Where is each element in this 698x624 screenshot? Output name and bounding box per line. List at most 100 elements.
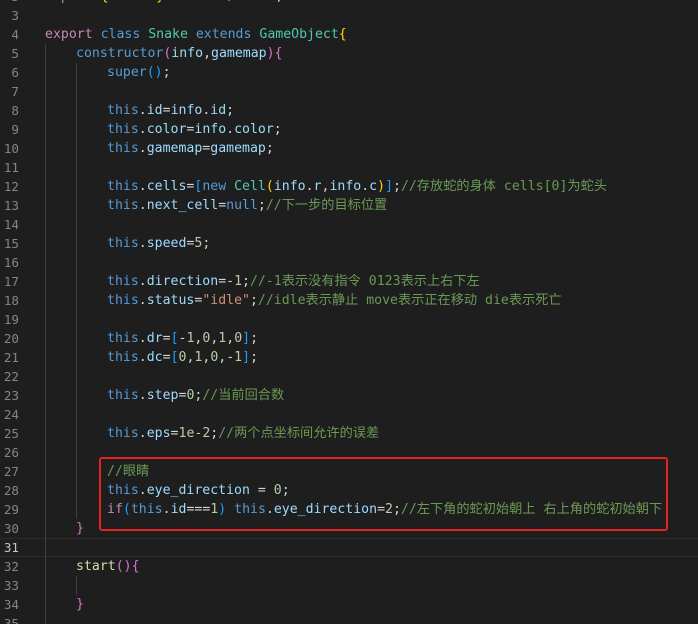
code-token: 0 [234,331,243,346]
code-lines[interactable]: 3 import { Cell } from './Cell'; 34 export … [0,0,698,624]
code-line[interactable]: 18 this.status="idle";//idle表示静止 move表示正在… [0,291,698,310]
code-token: info [329,179,362,194]
indent-guide [45,63,46,82]
indent-guide [45,557,46,576]
code-line[interactable]: 7 [0,82,698,101]
code-text[interactable]: this.dc=[0,1,0,-1]; [107,348,258,367]
code-text[interactable]: this.next_cell=null;//下一步的目标位置 [107,196,387,215]
indent-guide [45,348,46,367]
code-text[interactable]: this.id=info.id; [107,101,234,120]
code-token: id [146,103,163,118]
code-text[interactable]: this.direction=-1;//-1表示没有指令 0123表示上右下左 [107,272,480,291]
code-text[interactable]: super(); [107,63,171,82]
code-token: new [202,179,235,194]
code-line[interactable]: 25 this.eps=1e-2;//两个点坐标间允许的误差 [0,424,698,443]
code-token: () [146,65,163,80]
code-line[interactable]: 3 [0,6,698,25]
code-line[interactable]: 9 this.color=info.color; [0,120,698,139]
code-line[interactable]: 23 this.step=0;//当前回合数 [0,386,698,405]
code-line[interactable]: 6 super(); [0,63,698,82]
code-token: null [226,198,258,213]
code-line[interactable]: 24 [0,405,698,424]
line-number: 34 [3,597,19,612]
code-text[interactable]: constructor(info,gamemap){ [76,44,283,63]
code-line[interactable]: 29 if(this.id===1) this.eye_direction=2;/… [0,500,698,519]
indent-guide [45,481,46,500]
code-line[interactable]: 22 [0,367,698,386]
code-line[interactable]: 21 this.dc=[0,1,0,-1]; [0,348,698,367]
code-token: //存放蛇的身体 cells[0]为蛇头 [400,179,607,194]
code-text[interactable]: this.color=info.color; [107,120,282,139]
line-number: 35 [3,616,19,624]
code-token: 1 [234,274,243,289]
code-token: ; [202,236,211,251]
code-token: { [101,0,117,4]
code-text[interactable]: this.gamemap=gamemap; [107,139,274,158]
indent-guide [45,367,46,386]
code-line[interactable]: 27 //眼睛 [0,462,698,481]
code-line[interactable]: 15 this.speed=5; [0,234,698,253]
code-line[interactable]: 16 [0,253,698,272]
code-token: dr [146,331,163,346]
code-token: } [76,521,84,536]
code-text[interactable]: } [76,519,84,538]
indent-guide [45,101,46,120]
indent-guide [76,101,77,120]
code-token: = [170,426,179,441]
code-editor[interactable]: 3 import { Cell } from './Cell'; 34 export … [0,0,698,624]
code-text[interactable]: this.speed=5; [107,234,210,253]
code-line[interactable]: 19 [0,310,698,329]
code-line[interactable]: 35 [0,614,698,624]
code-line[interactable]: 20 this.dr=[-1,0,1,0]; [0,329,698,348]
code-line[interactable]: 32 start(){ [0,557,698,576]
indent-guide [76,443,77,462]
code-line[interactable]: 34} [0,595,698,614]
code-token: ( [122,502,131,517]
code-line[interactable]: 12 this.cells=[new Cell(info.r,info.c)];/… [0,177,698,196]
code-text[interactable]: if(this.id===1) this.eye_direction=2;//左… [107,500,662,519]
code-text[interactable]: export class Snake extends GameObject{ [45,25,347,44]
indent-guide [45,82,46,101]
code-line[interactable]: 13 this.next_cell=null;//下一步的目标位置 [0,196,698,215]
indent-guide [76,481,77,500]
code-line[interactable]: 14 [0,215,698,234]
code-line[interactable]: 10 this.gamemap=gamemap; [0,139,698,158]
code-text[interactable]: this.eps=1e-2;//两个点坐标间允许的误差 [107,424,379,443]
code-text[interactable]: this.status="idle";//idle表示静止 move表示正在移动… [107,291,562,310]
code-token: Cell [116,0,148,4]
code-line[interactable]: 11 [0,158,698,177]
code-token: . [305,179,314,194]
code-token: next_cell [146,198,219,213]
code-token: if [107,502,123,517]
indent-guide [76,291,77,310]
code-text[interactable]: start(){ [76,557,140,576]
line-number: 27 [3,464,19,479]
code-token: . [138,141,147,156]
code-token: ) [377,179,386,194]
indent-guide [76,367,77,386]
code-text[interactable]: this.eye_direction = 0; [107,481,290,500]
code-token: , [226,331,235,346]
code-line[interactable]: 8 this.id=info.id; [0,101,698,120]
indent-guide [45,519,46,538]
line-number: 8 [11,103,19,118]
code-line[interactable]: 33 [0,576,698,595]
code-token: . [361,179,370,194]
code-text[interactable]: this.step=0;//当前回合数 [107,386,284,405]
code-token: constructor [76,46,164,61]
code-line[interactable]: 28 this.eye_direction = 0; [0,481,698,500]
code-line[interactable]: 26 [0,443,698,462]
line-number: 32 [3,559,19,574]
code-line[interactable]: 17 this.direction=-1;//-1表示没有指令 0123表示上右下… [0,272,698,291]
code-text[interactable]: //眼睛 [107,462,149,481]
code-text[interactable]: this.dr=[-1,0,1,0]; [107,329,258,348]
code-line[interactable]: 30} [0,519,698,538]
code-text[interactable]: this.cells=[new Cell(info.r,info.c)];//存… [107,177,607,196]
indent-guide [45,443,46,462]
code-token: color [234,122,274,137]
code-line[interactable]: 4 export class Snake extends GameObject{ [0,25,698,44]
code-text[interactable]: } [76,595,84,614]
code-line[interactable]: 5 constructor(info,gamemap){ [0,44,698,63]
code-token: ) [266,46,275,61]
code-line[interactable]: 31 [0,538,698,557]
